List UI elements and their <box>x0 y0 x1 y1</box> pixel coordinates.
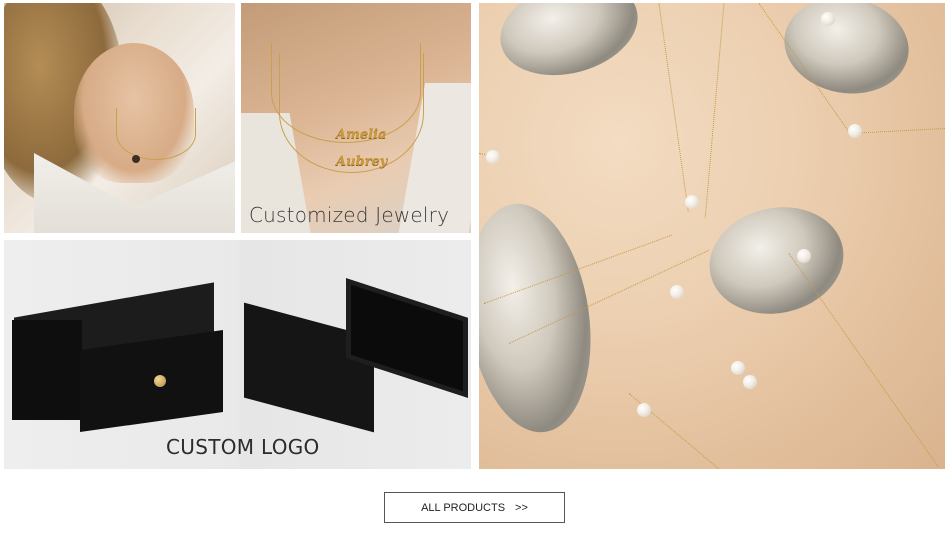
necklace-portrait-photo <box>4 3 235 233</box>
drawer-knob <box>154 375 166 387</box>
customized-jewelry-caption: Customized Jewelry <box>249 203 450 227</box>
gift-box-photo: CUSTOM LOGO <box>4 240 471 469</box>
all-products-button[interactable]: ALL PRODUCTS >> <box>384 492 565 523</box>
all-products-label: ALL PRODUCTS <box>421 501 506 514</box>
name-necklace-photo: Amelia Aubrey Customized Jewelry <box>241 3 471 233</box>
nameplate-aubrey: Aubrey <box>336 154 388 169</box>
nameplate-amelia: Amelia <box>336 127 387 142</box>
pearl-chains-on-satin-photo <box>479 3 945 469</box>
double-chevron-right-icon: >> <box>515 501 528 514</box>
custom-logo-caption: CUSTOM LOGO <box>166 435 320 459</box>
